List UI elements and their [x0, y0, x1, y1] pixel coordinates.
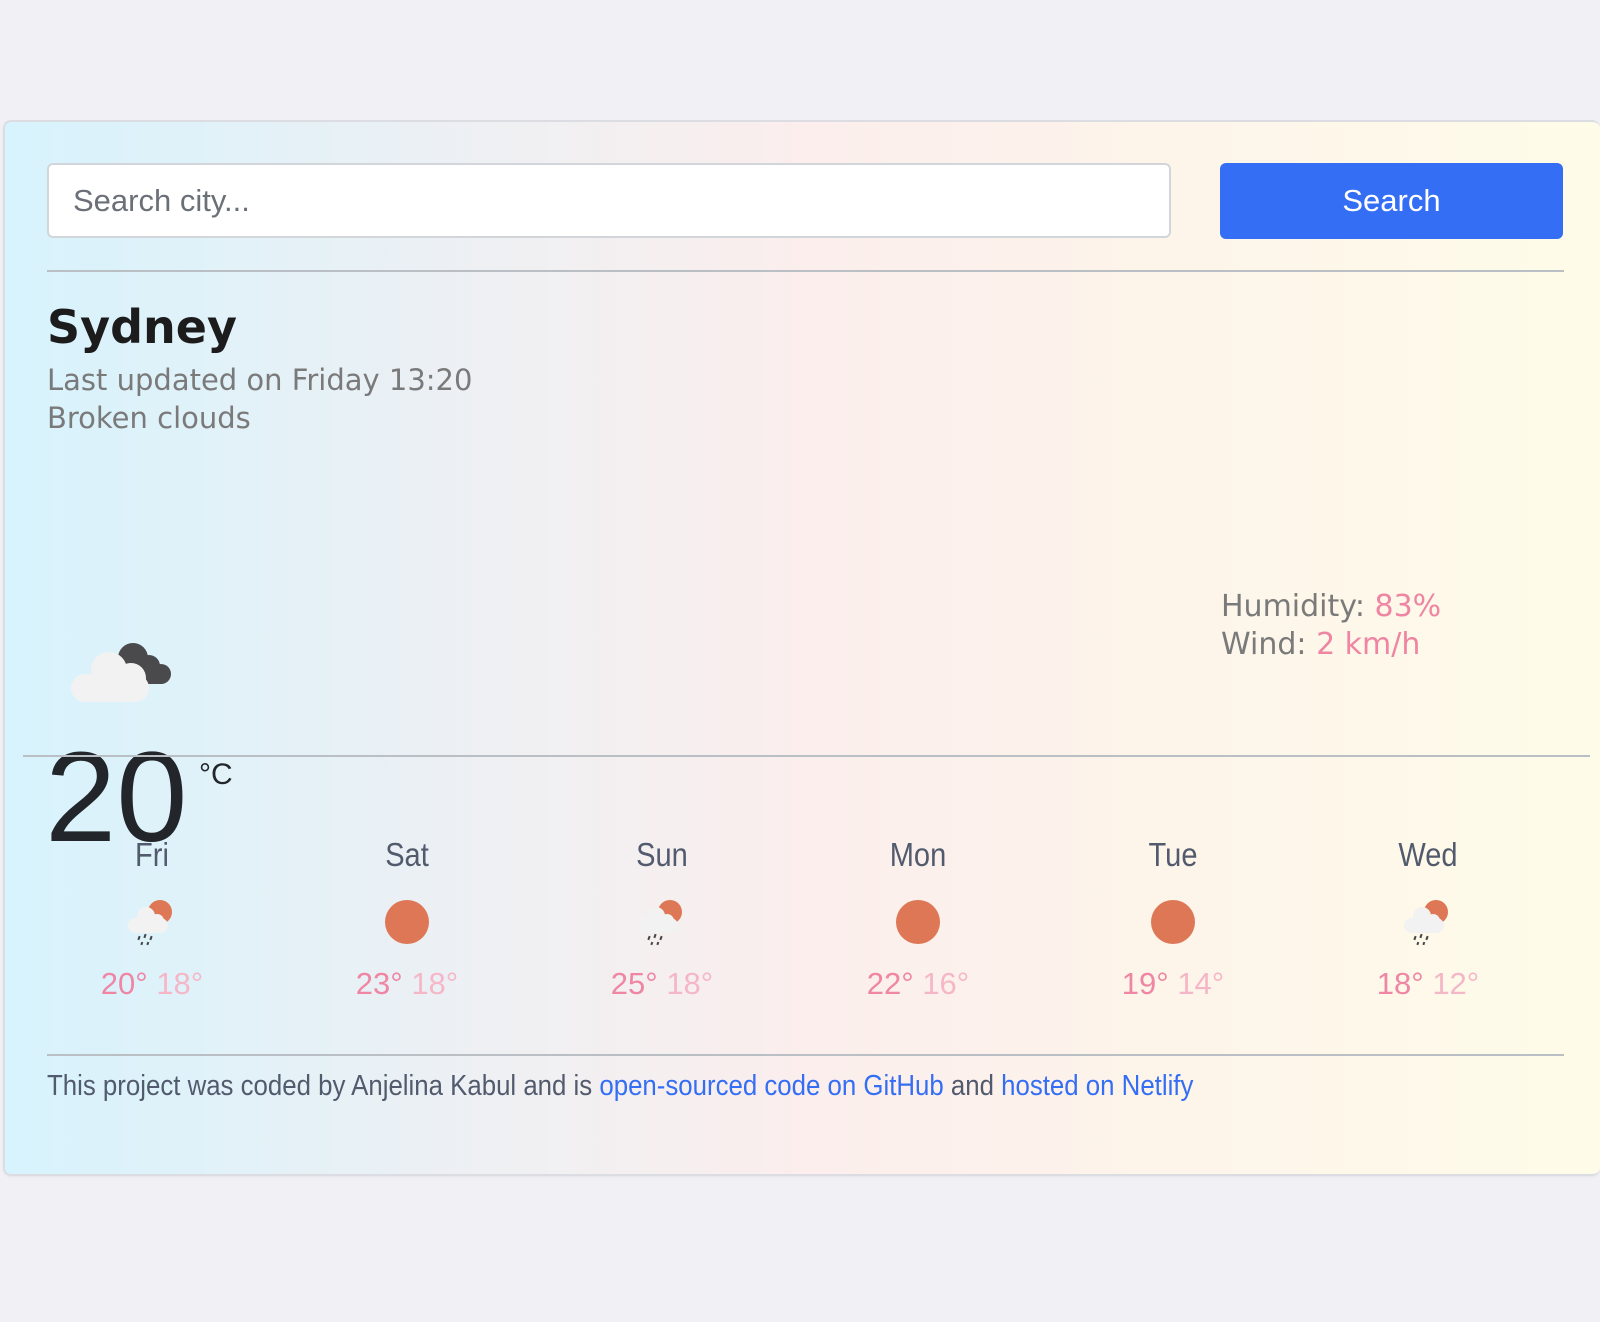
forecast-max-temp: 23° — [355, 966, 403, 1001]
broken-clouds-icon — [71, 643, 171, 702]
forecast-max-temp: 22° — [866, 966, 914, 1001]
sun-rain-cloud-icon — [128, 900, 172, 946]
forecast-day: Tue 19° 14° — [1063, 822, 1283, 1002]
forecast-min-temp: 12° — [1432, 966, 1480, 1001]
weather-card: Search Sydney Last updated on Friday 13:… — [3, 120, 1600, 1176]
forecast-day-name: Tue — [1148, 836, 1198, 873]
forecast-max-temp: 25° — [610, 966, 658, 1001]
temperature-unit[interactable]: °C — [199, 758, 233, 792]
forecast-min-temp: 16° — [922, 966, 970, 1001]
forecast-temps: 18° 12° — [1318, 966, 1538, 1002]
netlify-link[interactable]: hosted on Netlify — [1001, 1070, 1193, 1102]
forecast: Fri 20° 18° Sat 23° 18° Sun 25° 18° Mon 22° 16°… — [25, 822, 1589, 1042]
forecast-min-temp: 14° — [1177, 966, 1225, 1001]
weather-description: Broken clouds — [47, 401, 251, 435]
footer-text: This project was coded by Anjelina Kabul… — [47, 1070, 600, 1102]
forecast-min-temp: 18° — [411, 966, 459, 1001]
forecast-max-temp: 20° — [100, 966, 148, 1001]
search-city-input[interactable] — [47, 163, 1171, 238]
sun-icon — [1151, 900, 1195, 944]
sun-icon — [385, 900, 429, 944]
forecast-day: Sun 25° 18° — [552, 822, 772, 1002]
divider — [47, 270, 1564, 272]
sun-rain-cloud-icon — [638, 900, 682, 946]
forecast-day: Sat 23° 18° — [297, 822, 517, 1002]
forecast-day-name: Mon — [889, 836, 947, 873]
city-name: Sydney — [47, 300, 237, 354]
forecast-min-temp: 18° — [156, 966, 204, 1001]
sun-rain-cloud-icon — [1404, 900, 1448, 946]
wind-value: 2 km/h — [1316, 627, 1421, 662]
forecast-min-temp: 18° — [666, 966, 714, 1001]
forecast-day-name: Fri — [135, 836, 169, 873]
footer: This project was coded by Anjelina Kabul… — [47, 1070, 1193, 1103]
forecast-temps: 20° 18° — [42, 966, 262, 1002]
forecast-day: Mon 22° 16° — [808, 822, 1028, 1002]
sun-icon — [896, 900, 940, 944]
forecast-max-temp: 19° — [1121, 966, 1169, 1001]
forecast-temps: 22° 16° — [808, 966, 1028, 1002]
divider — [47, 1054, 1564, 1056]
last-updated: Last updated on Friday 13:20 — [47, 363, 473, 397]
wind: Wind: 2 km/h — [1221, 626, 1441, 664]
footer-text: and — [943, 1070, 1002, 1102]
humidity: Humidity: 83% — [1221, 588, 1441, 626]
forecast-day-name: Sun — [636, 836, 688, 873]
forecast-day-name: Sat — [385, 836, 429, 873]
search-button[interactable]: Search — [1220, 163, 1563, 239]
divider — [23, 755, 1590, 757]
forecast-max-temp: 18° — [1376, 966, 1424, 1001]
forecast-day: Fri 20° 18° — [42, 822, 262, 1002]
forecast-day: Wed 18° 12° — [1318, 822, 1538, 1002]
forecast-temps: 23° 18° — [297, 966, 517, 1002]
wind-label: Wind: — [1221, 627, 1307, 662]
forecast-day-name: Wed — [1398, 836, 1458, 873]
weather-stats: Humidity: 83% Wind: 2 km/h — [1221, 588, 1441, 664]
forecast-temps: 19° 14° — [1063, 966, 1283, 1002]
forecast-temps: 25° 18° — [552, 966, 772, 1002]
humidity-value: 83% — [1374, 589, 1442, 624]
humidity-label: Humidity: — [1221, 589, 1365, 624]
github-link[interactable]: open-sourced code on GitHub — [599, 1070, 943, 1102]
